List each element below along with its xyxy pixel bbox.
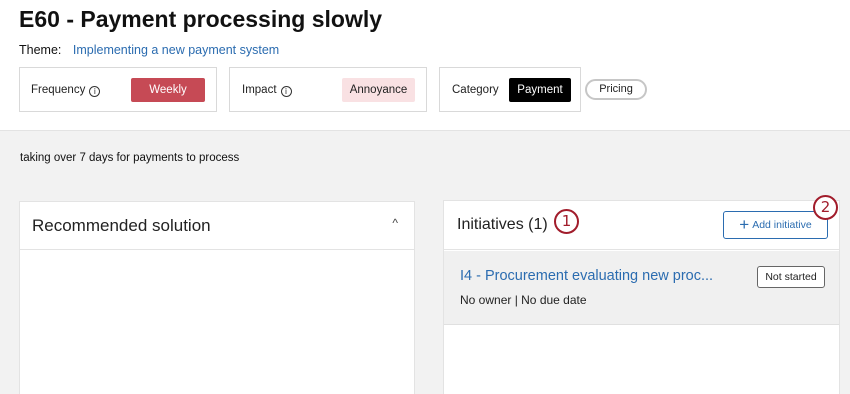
impact-value[interactable]: Annoyance bbox=[342, 78, 415, 102]
impact-label-text: Impact bbox=[242, 84, 277, 96]
page-title: E60 - Payment processing slowly bbox=[19, 6, 383, 32]
callout-marker-1: 1 bbox=[554, 209, 579, 234]
initiatives-title: Initiatives (1) bbox=[457, 216, 548, 233]
add-initiative-label: Add initiative bbox=[752, 219, 812, 231]
tag-pricing[interactable]: Pricing bbox=[585, 79, 647, 100]
frequency-label: Frequency i bbox=[31, 84, 101, 97]
plus-icon: + bbox=[739, 215, 750, 234]
category-value[interactable]: Payment bbox=[509, 78, 571, 102]
info-icon[interactable]: i bbox=[280, 86, 292, 97]
initiative-meta: No owner | No due date bbox=[460, 293, 587, 307]
category-label: Category bbox=[452, 84, 499, 96]
recommended-solution-title: Recommended solution bbox=[32, 216, 211, 235]
status-badge: Not started bbox=[757, 266, 825, 288]
theme-label: Theme: bbox=[19, 43, 62, 57]
impact-label: Impact i bbox=[242, 84, 292, 97]
category-box: Category Payment bbox=[439, 67, 581, 112]
theme-row: Theme: Implementing a new payment system bbox=[19, 43, 279, 57]
impact-box: Impact i Annoyance bbox=[229, 67, 427, 112]
initiative-link[interactable]: I4 - Procurement evaluating new proc... bbox=[460, 268, 713, 284]
initiative-list-item[interactable]: I4 - Procurement evaluating new proc... … bbox=[444, 251, 839, 325]
frequency-value[interactable]: Weekly bbox=[131, 78, 205, 102]
initiatives-card: Initiatives (1) + Add initiative I4 - Pro… bbox=[443, 200, 840, 394]
add-initiative-button[interactable]: + Add initiative bbox=[723, 211, 828, 239]
theme-link[interactable]: Implementing a new payment system bbox=[73, 43, 279, 57]
initiatives-header: Initiatives (1) + Add initiative bbox=[444, 201, 839, 250]
content-area: taking over 7 days for payments to proce… bbox=[0, 131, 850, 394]
chevron-up-icon[interactable]: ^ bbox=[392, 216, 398, 230]
info-icon[interactable]: i bbox=[89, 86, 101, 97]
recommended-solution-card: Recommended solution ^ bbox=[19, 201, 415, 394]
frequency-label-text: Frequency bbox=[31, 84, 86, 96]
frequency-box: Frequency i Weekly bbox=[19, 67, 217, 112]
callout-marker-2: 2 bbox=[813, 195, 838, 220]
recommended-solution-header[interactable]: Recommended solution ^ bbox=[20, 202, 414, 250]
issue-header: E60 - Payment processing slowly Theme: I… bbox=[0, 0, 850, 131]
issue-description: taking over 7 days for payments to proce… bbox=[20, 152, 240, 164]
